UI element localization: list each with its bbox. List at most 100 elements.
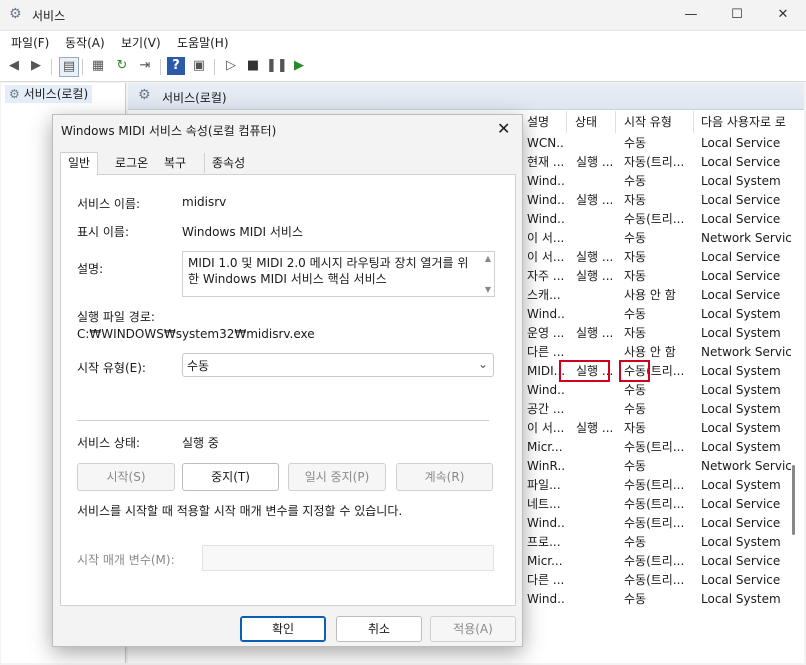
row-log-on-as: Local System <box>701 307 781 321</box>
export-list-icon[interactable]: ⇥ <box>136 57 154 75</box>
row-startup-type: 수동 <box>624 592 647 606</box>
tree-item-services-local[interactable]: ⚙ 서비스(로컬) <box>5 85 93 103</box>
row-description: Wind... <box>527 307 565 321</box>
row-startup-type: 수동 <box>624 459 647 473</box>
properties-dialog: Windows MIDI 서비스 속성(로컬 컴퓨터) ✕ 일반 로그온 복구 … <box>52 114 523 647</box>
column-header-log-on-as[interactable]: 다음 사용자로 로 <box>701 113 786 131</box>
row-description: Wind... <box>527 383 565 397</box>
column-header-startup-type[interactable]: 시작 유형 <box>624 113 672 131</box>
row-log-on-as: Local Service <box>701 554 781 568</box>
row-description: 자주 ... <box>527 269 565 283</box>
row-startup-type: 수동 <box>624 231 647 245</box>
row-description: 이 서... <box>527 250 565 264</box>
toolbar-separator <box>51 59 52 75</box>
path-label: 실행 파일 경로: <box>77 310 155 324</box>
menu-action[interactable]: 동작(A) <box>65 34 105 51</box>
menu-view[interactable]: 보기(V) <box>121 34 161 51</box>
help-icon[interactable]: ? <box>167 57 185 75</box>
row-log-on-as: Network Service <box>701 231 791 245</box>
minimize-button[interactable]: — <box>668 0 714 30</box>
properties-icon[interactable]: ▦ <box>89 57 107 75</box>
gear-icon: ⚙ <box>9 87 20 101</box>
services-app-icon: ⚙ <box>9 6 22 22</box>
row-log-on-as: Local Service <box>701 573 781 587</box>
menu-bar: 파일(F) 동작(A) 보기(V) 도움말(H) <box>0 30 806 54</box>
row-startup-type: 수동(트리... <box>624 497 685 511</box>
column-header-status[interactable]: 상태 <box>575 113 597 131</box>
row-status <box>576 533 612 552</box>
row-log-on-as: Local System <box>701 174 781 188</box>
row-description: WCN... <box>527 136 565 150</box>
row-log-on-as: Local System <box>701 535 781 549</box>
row-status <box>576 590 612 609</box>
row-startup-type: 수동(트리... <box>624 516 685 530</box>
row-log-on-as: Local Service <box>701 269 781 283</box>
row-status <box>576 476 612 495</box>
view-icon[interactable]: ▣ <box>190 57 208 75</box>
close-icon[interactable]: ✕ <box>497 119 510 138</box>
column-separator <box>566 111 567 133</box>
forward-arrow-icon[interactable]: ▶ <box>27 57 45 75</box>
refresh-icon[interactable]: ↻ <box>113 57 131 75</box>
tab-log-on[interactable]: 로그온 <box>108 153 155 173</box>
service-name-value: midisrv <box>182 195 227 209</box>
show-tree-icon[interactable]: ▤ <box>59 57 79 77</box>
row-startup-type: 자동 <box>624 193 647 207</box>
highlight-box-status <box>559 360 610 382</box>
close-window-button[interactable]: ✕ <box>760 0 806 30</box>
row-log-on-as: Local System <box>701 383 781 397</box>
stop-service-icon[interactable]: ■ <box>244 57 262 75</box>
chevron-down-icon: ⌄ <box>477 357 488 371</box>
row-startup-type: 자동 <box>624 250 647 264</box>
restart-service-icon[interactable]: ▶ <box>290 57 308 75</box>
startup-type-select[interactable]: 수동 ⌄ <box>182 353 494 377</box>
row-status <box>576 514 612 533</box>
menu-file[interactable]: 파일(F) <box>11 34 49 51</box>
ok-button[interactable]: 확인 <box>240 616 326 642</box>
menu-help[interactable]: 도움말(H) <box>177 34 229 51</box>
stop-button[interactable]: 중지(T) <box>182 463 279 491</box>
scroll-up-icon[interactable]: ▲ <box>485 254 491 263</box>
row-startup-type: 수동 <box>624 174 647 188</box>
apply-button[interactable]: 적용(A) <box>430 616 516 642</box>
tab-dependencies[interactable]: 종속성 <box>204 153 252 173</box>
pause-service-icon[interactable]: ❚❚ <box>266 57 288 75</box>
path-value: C:₩WINDOWS₩system32₩midisrv.exe <box>77 327 315 341</box>
start-service-icon[interactable]: ▷ <box>222 57 240 75</box>
row-startup-type: 자동(트리... <box>624 155 685 169</box>
tab-general[interactable]: 일반 <box>60 152 99 175</box>
start-params-input[interactable] <box>202 545 494 571</box>
scroll-down-icon[interactable]: ▼ <box>485 285 491 294</box>
row-status <box>576 438 612 457</box>
vertical-scrollbar[interactable] <box>792 465 795 535</box>
row-startup-type: 수동(트리... <box>624 554 685 568</box>
service-name-label: 서비스 이름: <box>77 197 141 211</box>
row-status <box>576 172 612 191</box>
tree-item-label: 서비스(로컬) <box>23 87 89 101</box>
description-box[interactable]: MIDI 1.0 및 MIDI 2.0 메시지 라우팅과 장치 열거를 위한 W… <box>182 251 495 297</box>
params-hint: 서비스를 시작할 때 적용할 시작 매개 변수를 지정할 수 있습니다. <box>77 504 403 518</box>
row-log-on-as: Local Service <box>701 288 781 302</box>
tab-recovery[interactable]: 복구 <box>157 153 193 173</box>
column-header-description[interactable]: 설명 <box>527 113 549 131</box>
row-status <box>576 457 612 476</box>
dialog-title: Windows MIDI 서비스 속성(로컬 컴퓨터) <box>61 124 277 138</box>
pane-header-title: 서비스(로컬) <box>162 91 227 105</box>
row-log-on-as: Local System <box>701 402 781 416</box>
maximize-button[interactable]: ☐ <box>714 0 760 30</box>
pane-header: ⚙ 서비스(로컬) <box>128 83 804 110</box>
back-arrow-icon[interactable]: ◀ <box>5 57 23 75</box>
resume-button[interactable]: 계속(R) <box>396 463 493 491</box>
row-description: Micr... <box>527 440 563 454</box>
row-description: Wind... <box>527 592 565 606</box>
row-startup-type: 자동 <box>624 326 647 340</box>
description-label: 설명: <box>77 262 104 276</box>
startup-type-value: 수동 <box>187 359 210 373</box>
cancel-button[interactable]: 취소 <box>336 616 422 642</box>
row-status <box>576 286 612 305</box>
row-description: 다른 ... <box>527 573 565 587</box>
pause-button[interactable]: 일시 중지(P) <box>288 463 386 491</box>
row-status: 실행 ... <box>576 250 612 264</box>
row-log-on-as: Local Service <box>701 136 781 150</box>
start-button[interactable]: 시작(S) <box>77 463 175 491</box>
